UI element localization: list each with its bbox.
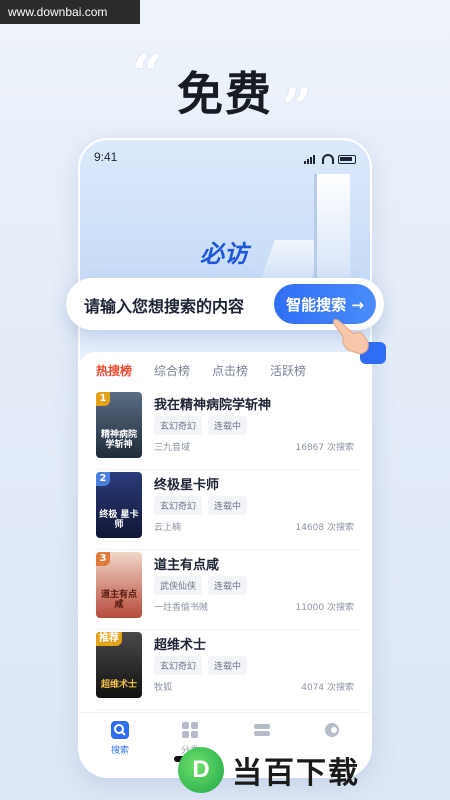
book-cover: 1 精神病院 学斩神 [96, 392, 142, 458]
watermark-bottom: D 当百下载 [178, 742, 450, 798]
status-tag: 连载中 [208, 656, 248, 675]
rank-badge: 3 [96, 552, 110, 566]
watermark-text: 当百下载 [232, 756, 360, 791]
rank-badge: 1 [96, 392, 110, 406]
tag-list: 玄幻奇幻 连载中 [154, 416, 248, 435]
search-count: 14608 次搜索 [295, 523, 355, 533]
book-title: 道主有点咸 [154, 558, 220, 573]
search-count: 4074 次搜索 [301, 683, 354, 693]
status-icons [304, 150, 356, 168]
tag-list: 武侠仙侠 连载中 [154, 576, 248, 595]
cover-text: 超维术士 [100, 680, 137, 690]
signal-icon [304, 154, 318, 164]
list-item[interactable]: 3 道主有点咸 道主有点咸 武侠仙侠 连载中 一炷香偷书贼 11000 次搜索 [96, 550, 358, 630]
status-tag: 连载中 [208, 496, 248, 515]
door-illustration [314, 174, 350, 280]
nav-shelf[interactable] [242, 721, 282, 743]
nav-profile[interactable] [312, 721, 352, 743]
nav-search[interactable]: 搜索 [100, 721, 140, 756]
brand-logo: 必访 [200, 240, 248, 268]
book-cover: 3 道主有点咸 [96, 552, 142, 618]
genre-tag: 玄幻奇幻 [154, 656, 203, 675]
book-cover: 推荐 超维术士 [96, 632, 142, 698]
book-title: 我在精神病院学斩神 [154, 398, 272, 413]
tab-overall[interactable]: 综合榜 [154, 362, 190, 379]
book-author: 云上楠 [154, 523, 182, 533]
shelf-icon [253, 721, 271, 739]
book-cover: 2 终极 星卡师 [96, 472, 142, 538]
tab-hot[interactable]: 热搜榜 [96, 362, 132, 379]
status-bar: 9:41 [94, 150, 356, 168]
tab-active[interactable]: 活跃榜 [270, 362, 306, 379]
pointing-hand-icon [330, 312, 390, 370]
tag-list: 玄幻奇幻 连载中 [154, 656, 248, 675]
book-author: 牧狐 [154, 683, 173, 693]
genre-tag: 玄幻奇幻 [154, 496, 203, 515]
status-tag: 连载中 [208, 416, 248, 435]
nav-label: 搜索 [110, 746, 129, 756]
genre-tag: 武侠仙侠 [154, 576, 203, 595]
status-time: 9:41 [94, 150, 118, 164]
list-item[interactable]: 2 终极 星卡师 终极星卡师 玄幻奇幻 连载中 云上楠 14608 次搜索 [96, 470, 358, 550]
search-count: 11000 次搜索 [295, 603, 355, 613]
search-icon [111, 721, 129, 739]
quote-close: ” [282, 78, 312, 139]
list-item[interactable]: 推荐 超维术士 超维术士 玄幻奇幻 连载中 牧狐 4074 次搜索 [96, 630, 358, 710]
headline: 免费 [177, 67, 273, 121]
book-author: 三九音域 [154, 443, 191, 453]
wifi-icon [322, 154, 334, 164]
list-item[interactable]: 1 精神病院 学斩神 我在精神病院学斩神 玄幻奇幻 连载中 三九音域 16867… [96, 390, 358, 470]
search-placeholder: 请输入您想搜索的内容 [84, 297, 245, 316]
cover-text: 终极 星卡师 [99, 510, 139, 530]
book-author: 一炷香偷书贼 [154, 603, 209, 613]
rank-badge: 推荐 [96, 632, 122, 646]
grid-icon [181, 721, 199, 739]
watermark-top: www.downbai.com [0, 0, 140, 24]
cover-text: 道主有点咸 [100, 590, 137, 610]
status-tag: 连载中 [208, 576, 248, 595]
cover-text: 精神病院 学斩神 [100, 430, 137, 450]
book-title: 超维术士 [154, 638, 207, 653]
genre-tag: 玄幻奇幻 [154, 416, 203, 435]
book-title: 终极星卡师 [154, 478, 220, 493]
book-list: 1 精神病院 学斩神 我在精神病院学斩神 玄幻奇幻 连载中 三九音域 16867… [96, 390, 358, 710]
tag-list: 玄幻奇幻 连载中 [154, 496, 248, 515]
ranking-tabs: 热搜榜 综合榜 点击榜 活跃榜 [96, 362, 306, 379]
watermark-logo-icon: D [178, 747, 224, 793]
search-count: 16867 次搜索 [295, 443, 355, 453]
tab-clicks[interactable]: 点击榜 [212, 362, 248, 379]
rank-badge: 2 [96, 472, 110, 486]
phone-mockup: 9:41 必访 热搜榜 综合榜 点击榜 活跃榜 1 精神病院 学斩神 我在精神病… [78, 138, 372, 778]
profile-icon [323, 721, 341, 739]
battery-icon [338, 154, 356, 164]
